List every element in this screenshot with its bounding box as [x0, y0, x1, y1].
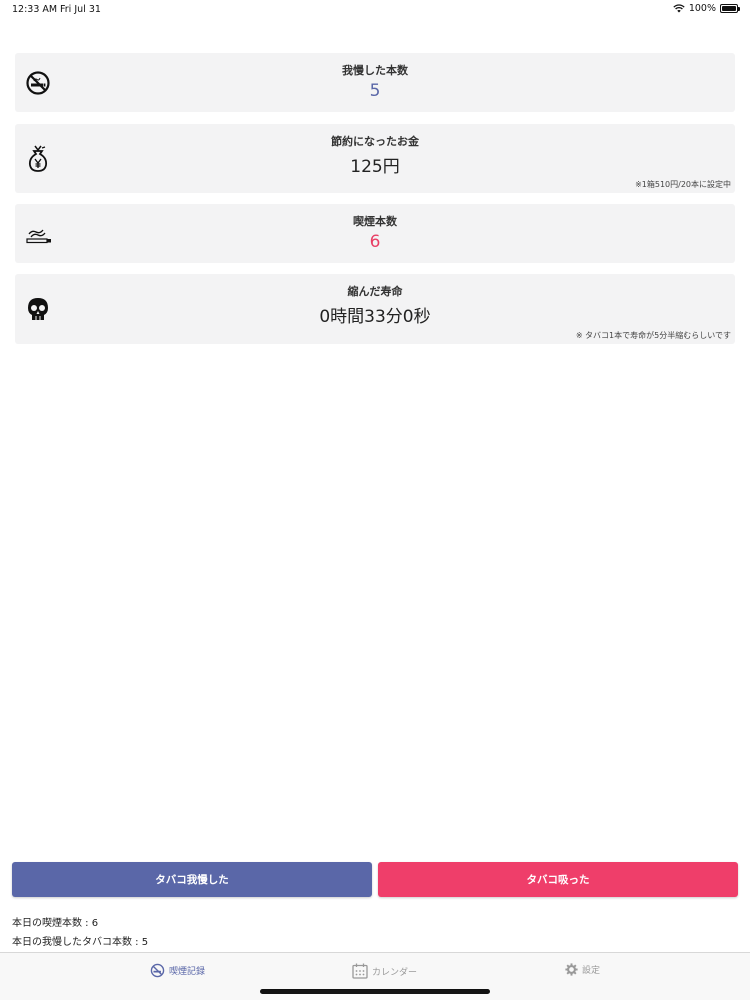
- card-value: 5: [369, 81, 381, 101]
- card-value: 0時間33分0秒: [319, 307, 431, 327]
- calendar-icon: [352, 963, 368, 979]
- tab-settings[interactable]: 設定: [565, 963, 600, 976]
- smoked-count-card: 喫煙本数 6: [15, 204, 735, 263]
- card-value: 6: [369, 232, 381, 252]
- tab-label: カレンダー: [372, 967, 418, 978]
- endured-cigarette-button[interactable]: タバコ我慢した: [12, 862, 372, 897]
- gear-icon: [565, 963, 578, 976]
- card-title: 縮んだ寿命: [347, 285, 403, 298]
- today-endured-count: 本日の我慢したタバコ本数 : 5: [12, 937, 149, 948]
- home-indicator: [260, 989, 490, 994]
- card-title: 節約になったお金: [331, 135, 419, 148]
- lifespan-note: ※ タバコ1本で寿命が5分半縮むらしいです: [575, 331, 731, 340]
- status-right: 100%: [673, 3, 740, 14]
- status-time: 12:33 AM: [12, 4, 58, 15]
- shortened-lifespan-card: 縮んだ寿命 0時間33分0秒 ※ タバコ1本で寿命が5分半縮むらしいです: [15, 274, 735, 344]
- today-smoked-count: 本日の喫煙本数 : 6: [12, 918, 99, 929]
- card-value: 125円: [350, 157, 400, 177]
- smoked-cigarette-button[interactable]: タバコ吸った: [378, 862, 738, 897]
- card-title: 我慢した本数: [342, 64, 408, 77]
- status-bar: 12:33 AM Fri Jul 31 100%: [0, 0, 750, 20]
- wifi-icon: [673, 4, 685, 13]
- tab-calendar[interactable]: カレンダー: [352, 963, 417, 979]
- battery-percent: 100%: [688, 3, 716, 14]
- status-date: Fri Jul 31: [60, 4, 101, 15]
- tab-smoking-record[interactable]: 喫煙記録: [150, 963, 205, 978]
- endured-count-card: 我慢した本数 5: [15, 53, 735, 112]
- tab-label: 喫煙記録: [169, 967, 206, 977]
- battery-icon: [720, 4, 740, 13]
- no-smoking-icon: [150, 963, 165, 978]
- price-setting-note: ※1箱510円/20本に設定中: [635, 180, 731, 189]
- tab-label: 設定: [582, 966, 601, 976]
- card-title: 喫煙本数: [353, 215, 397, 228]
- saved-money-card: 節約になったお金 125円 ※1箱510円/20本に設定中: [15, 124, 735, 193]
